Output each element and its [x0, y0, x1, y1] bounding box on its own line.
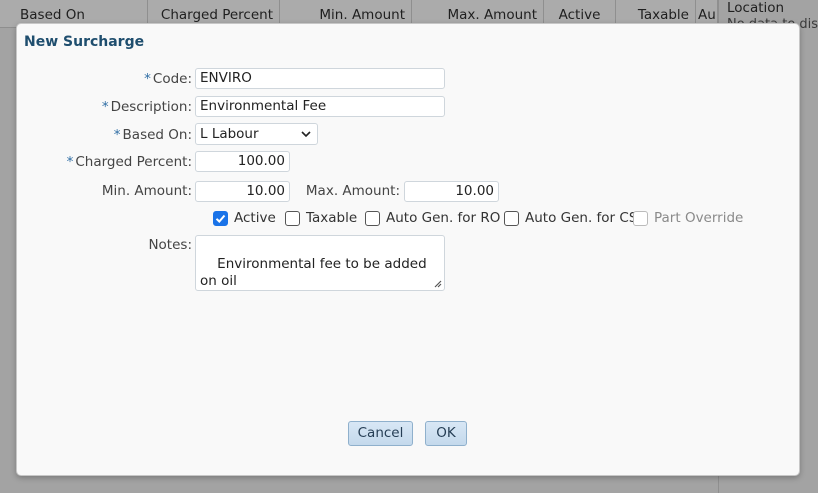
required-marker: *	[144, 71, 151, 87]
part-override-checkbox-label: Part Override	[654, 210, 744, 226]
auto-gen-cs-checkbox[interactable]: Auto Gen. for CS	[504, 210, 637, 226]
description-label: * Description:	[101, 99, 192, 115]
max-amount-input[interactable]: 10.00	[404, 181, 499, 202]
active-checkbox-label: Active	[234, 210, 276, 226]
based-on-value: L Labour	[200, 126, 259, 142]
code-label: * Code:	[144, 71, 192, 87]
checkbox-box[interactable]	[285, 210, 300, 226]
ok-button[interactable]: OK	[425, 421, 467, 446]
auto-gen-cs-checkbox-label: Auto Gen. for CS	[525, 210, 638, 226]
code-input[interactable]: ENVIRO	[195, 68, 445, 89]
required-marker: *	[101, 99, 109, 115]
notes-text: Environmental fee to be added on oil cha…	[200, 256, 427, 289]
required-marker: *	[113, 127, 121, 143]
location-header: Location	[727, 0, 785, 16]
cancel-button[interactable]: Cancel	[348, 421, 413, 446]
checkbox-box[interactable]	[213, 210, 228, 226]
checkbox-box[interactable]	[504, 210, 519, 226]
notes-label: Notes:	[148, 237, 192, 253]
min-amount-input[interactable]: 10.00	[195, 181, 290, 202]
new-surcharge-dialog: New Surcharge * Code: ENVIRO * Description…	[16, 23, 800, 476]
max-amount-label: Max. Amount:	[305, 183, 400, 199]
notes-textarea[interactable]: Environmental fee to be added on oil cha…	[195, 235, 445, 291]
required-marker: *	[66, 154, 74, 170]
active-checkbox[interactable]: Active	[213, 210, 276, 226]
based-on-select[interactable]: L Labour	[195, 123, 318, 145]
resize-grip-icon[interactable]	[432, 278, 442, 288]
checkbox-box[interactable]	[365, 210, 380, 226]
taxable-checkbox-label: Taxable	[306, 210, 358, 226]
chevron-down-icon	[301, 131, 311, 138]
checkbox-box	[633, 210, 648, 226]
part-override-checkbox: Part Override	[633, 210, 743, 226]
charged-percent-label: * Charged Percent:	[66, 154, 192, 170]
taxable-checkbox[interactable]: Taxable	[285, 210, 357, 226]
check-icon	[215, 214, 226, 223]
min-amount-label: Min. Amount:	[101, 183, 192, 199]
auto-gen-ro-checkbox-label: Auto Gen. for RO	[386, 210, 501, 226]
based-on-label: * Based On:	[113, 127, 192, 143]
charged-percent-input[interactable]: 100.00	[195, 151, 290, 172]
description-input[interactable]: Environmental Fee	[195, 96, 445, 117]
dialog-title: New Surcharge	[24, 34, 145, 50]
auto-gen-ro-checkbox[interactable]: Auto Gen. for RO	[365, 210, 500, 226]
